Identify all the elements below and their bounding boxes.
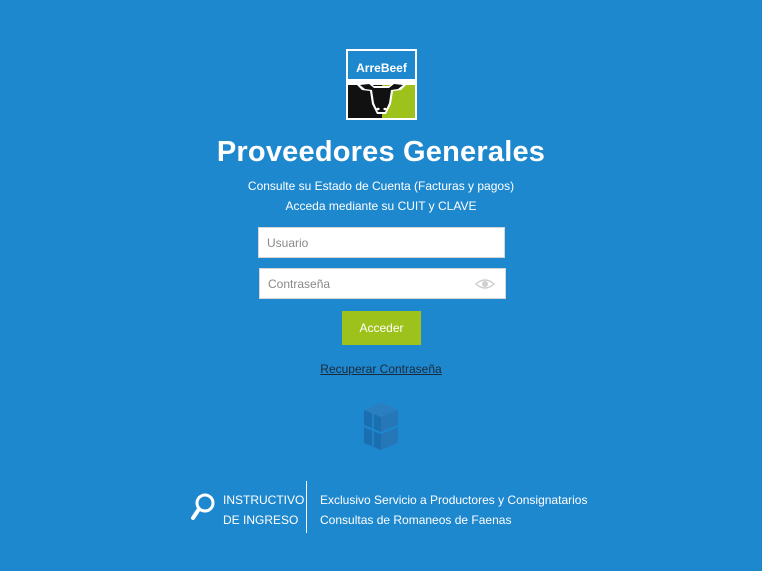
box-icon	[363, 403, 399, 450]
password-placeholder: Contraseña	[268, 276, 331, 291]
instructions-line-2: DE INGRESO	[223, 513, 299, 527]
subtitle-account: Consulte su Estado de Cuenta (Facturas y…	[247, 179, 515, 193]
subtitle-access: Acceda mediante su CUIT y CLAVE	[285, 199, 477, 213]
info-line-2: Consultas de Romaneos de Faenas	[320, 513, 512, 527]
instructions-line-1: INSTRUCTIVO	[223, 493, 305, 507]
logo-text: ArreBeef	[348, 51, 415, 79]
username-placeholder: Usuario	[267, 235, 309, 250]
username-input[interactable]: Usuario	[258, 227, 505, 258]
cow-icon	[356, 82, 407, 114]
password-input[interactable]: Contraseña	[259, 268, 506, 299]
recover-password-link[interactable]: Recuperar Contraseña	[0, 362, 762, 376]
footer-info: Exclusivo Servicio a Productores y Consi…	[320, 490, 587, 530]
eye-icon[interactable]	[475, 277, 495, 291]
submit-button[interactable]: Acceder	[342, 311, 421, 345]
arrebeef-logo: ArreBeef	[346, 49, 417, 120]
search-icon[interactable]	[191, 493, 215, 521]
page-title: Proveedores Generales	[216, 136, 546, 168]
info-line-1: Exclusivo Servicio a Productores y Consi…	[320, 493, 588, 507]
instructions-link[interactable]: INSTRUCTIVO DE INGRESO	[223, 490, 304, 530]
footer-divider	[306, 481, 307, 533]
